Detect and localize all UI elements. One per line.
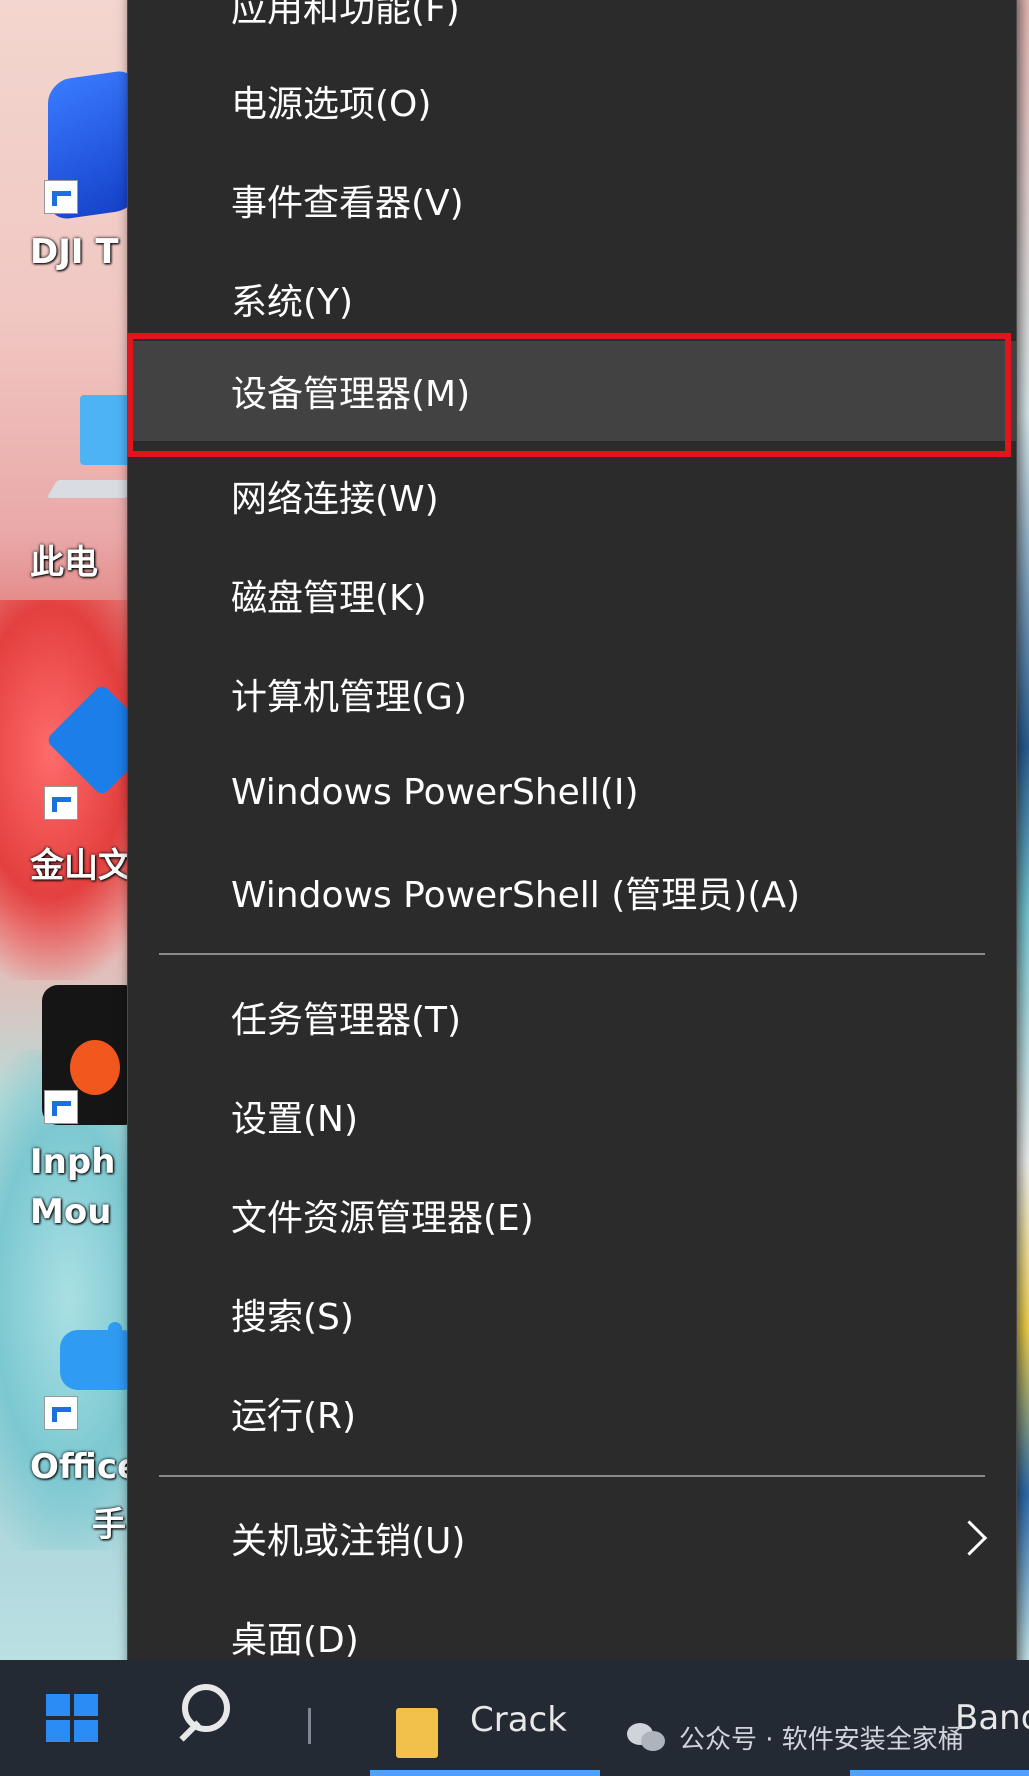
menu-item-label: 事件查看器(V): [231, 183, 464, 224]
menu-item-file-explorer[interactable]: 文件资源管理器(E): [128, 1172, 1016, 1258]
menu-item-disk-management[interactable]: 磁盘管理(K): [128, 552, 1016, 638]
desktop-icon-label: Mou: [30, 1192, 112, 1232]
menu-item-settings[interactable]: 设置(N): [128, 1073, 1016, 1159]
menu-item-computer-management[interactable]: 计算机管理(G): [128, 651, 1016, 737]
menu-item-label: 关机或注销(U): [231, 1521, 466, 1562]
menu-item-shutdown-signout[interactable]: 关机或注销(U): [128, 1495, 1016, 1581]
menu-item-event-viewer[interactable]: 事件查看器(V): [128, 157, 1016, 243]
winx-context-menu: 应用和功能(F) 电源选项(O) 事件查看器(V) 系统(Y) 设备管理器(M)…: [127, 0, 1017, 1714]
menu-separator: [159, 1475, 985, 1477]
keyboard-icon: [46, 480, 138, 498]
windows-start-icon[interactable]: [46, 1694, 98, 1742]
menu-item-system[interactable]: 系统(Y): [128, 256, 1016, 342]
menu-item-power-options[interactable]: 电源选项(O): [128, 58, 1016, 144]
menu-item-run[interactable]: 运行(R): [128, 1370, 1016, 1456]
desktop-icon-label: Office: [30, 1447, 141, 1487]
taskbar-active-indicator: [850, 1770, 1029, 1776]
watermark: 公众号 · 软件安装全家桶: [627, 1712, 964, 1762]
watermark-text: 公众号 · 软件安装全家桶: [679, 1724, 964, 1755]
menu-item-label: Windows PowerShell(I): [231, 771, 639, 813]
menu-item-label: 磁盘管理(K): [231, 578, 427, 619]
robot-antenna: [108, 1322, 122, 1336]
menu-item-label: 设置(N): [231, 1099, 359, 1140]
search-icon[interactable]: [182, 1684, 230, 1732]
menu-item-label: 应用和功能(F): [231, 0, 460, 30]
desktop-icon-label: 此电: [30, 543, 98, 583]
menu-item-task-manager[interactable]: 任务管理器(T): [128, 974, 1016, 1060]
menu-item-powershell[interactable]: Windows PowerShell(I): [128, 749, 1016, 835]
shortcut-arrow-icon: [44, 1090, 78, 1124]
desktop-screen: DJI T 此电 金山文 Inph Mou Office 手 应用和功能(F) …: [0, 0, 1029, 1776]
folder-icon[interactable]: [396, 1708, 438, 1758]
menu-item-label: 计算机管理(G): [231, 677, 467, 718]
shortcut-arrow-icon: [44, 1396, 78, 1430]
menu-separator: [159, 953, 985, 955]
menu-item-search[interactable]: 搜索(S): [128, 1271, 1016, 1357]
chevron-right-icon: [951, 1520, 988, 1556]
menu-item-label: 运行(R): [231, 1396, 357, 1437]
menu-item-label: 桌面(D): [231, 1620, 359, 1661]
menu-item-apps-features[interactable]: 应用和功能(F): [128, 0, 1016, 49]
menu-item-label: Windows PowerShell (管理员)(A): [231, 875, 801, 916]
desktop-icon-label: DJI T: [30, 232, 119, 272]
menu-item-label: 任务管理器(T): [231, 1000, 462, 1041]
menu-item-label: 文件资源管理器(E): [231, 1198, 534, 1239]
shortcut-arrow-icon: [44, 786, 78, 820]
taskbar-active-indicator: [370, 1770, 600, 1776]
menu-item-powershell-admin[interactable]: Windows PowerShell (管理员)(A): [128, 849, 1016, 935]
menu-item-label: 搜索(S): [231, 1297, 354, 1338]
menu-item-network-connections[interactable]: 网络连接(W): [128, 453, 1016, 539]
menu-item-device-manager[interactable]: 设备管理器(M): [128, 341, 1016, 441]
inphic-logo-mark: [70, 1040, 120, 1095]
desktop-icon-label: 金山文: [30, 846, 132, 886]
taskbar-item-label[interactable]: Band: [955, 1698, 1029, 1738]
menu-item-label: 电源选项(O): [231, 84, 432, 125]
menu-item-label: 系统(Y): [231, 282, 354, 323]
taskbar-item-label[interactable]: Crack: [470, 1700, 567, 1740]
wechat-icon: [627, 1721, 667, 1753]
menu-item-label: 网络连接(W): [231, 479, 439, 520]
shortcut-arrow-icon: [44, 180, 78, 214]
menu-item-label: 设备管理器(M): [231, 374, 471, 415]
taskbar-divider: [308, 1708, 311, 1744]
desktop-icon-label: Inph: [30, 1142, 116, 1182]
